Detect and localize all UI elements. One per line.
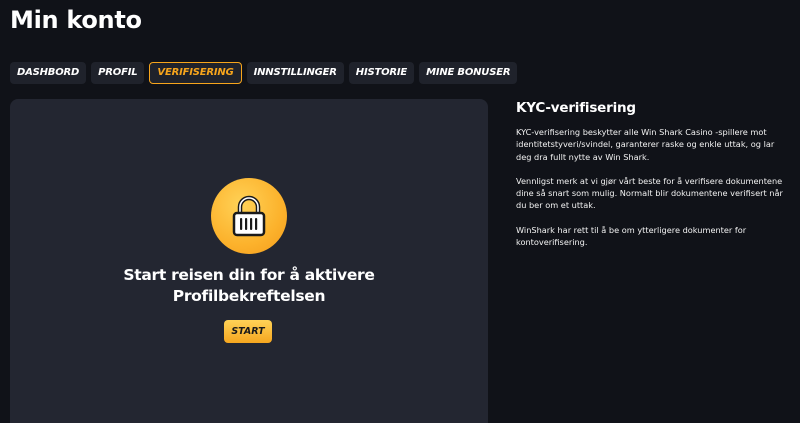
lock-badge (211, 178, 287, 254)
kyc-paragraph-2: Vennligst merk at vi gjør vårt beste for… (516, 175, 783, 211)
account-tabs: DASHBORD PROFIL VERIFISERING INNSTILLING… (10, 62, 518, 84)
tab-dashbord[interactable]: DASHBORD (10, 62, 87, 84)
card-heading-line1: Start reisen din for å aktivere (123, 266, 375, 284)
tab-historie[interactable]: HISTORIE (348, 62, 415, 84)
kyc-paragraph-1: KYC-verifisering beskytter alle Win Shar… (516, 127, 775, 162)
kyc-info-panel: KYC-verifisering KYC-verifisering beskyt… (516, 98, 788, 260)
tab-verifisering[interactable]: VERIFISERING (149, 62, 242, 84)
verification-card: Start reisen din for å aktivere Profilbe… (10, 99, 488, 423)
card-heading-line2: Profilbekreftelsen (172, 287, 326, 305)
card-heading: Start reisen din for å aktivere Profilbe… (10, 265, 488, 307)
lock-icon (232, 195, 266, 237)
page-title: Min konto (10, 6, 142, 34)
account-page: Min konto DASHBORD PROFIL VERIFISERING I… (0, 0, 800, 423)
kyc-paragraph-3: WinShark har rett til å be om ytterliger… (516, 224, 747, 248)
kyc-title: KYC-verifisering (516, 100, 636, 116)
tab-mine-bonuser[interactable]: MINE BONUSER (419, 62, 518, 84)
start-button[interactable]: START (224, 320, 272, 343)
tab-profil[interactable]: PROFIL (91, 62, 145, 84)
tab-innstillinger[interactable]: INNSTILLINGER (246, 62, 344, 84)
